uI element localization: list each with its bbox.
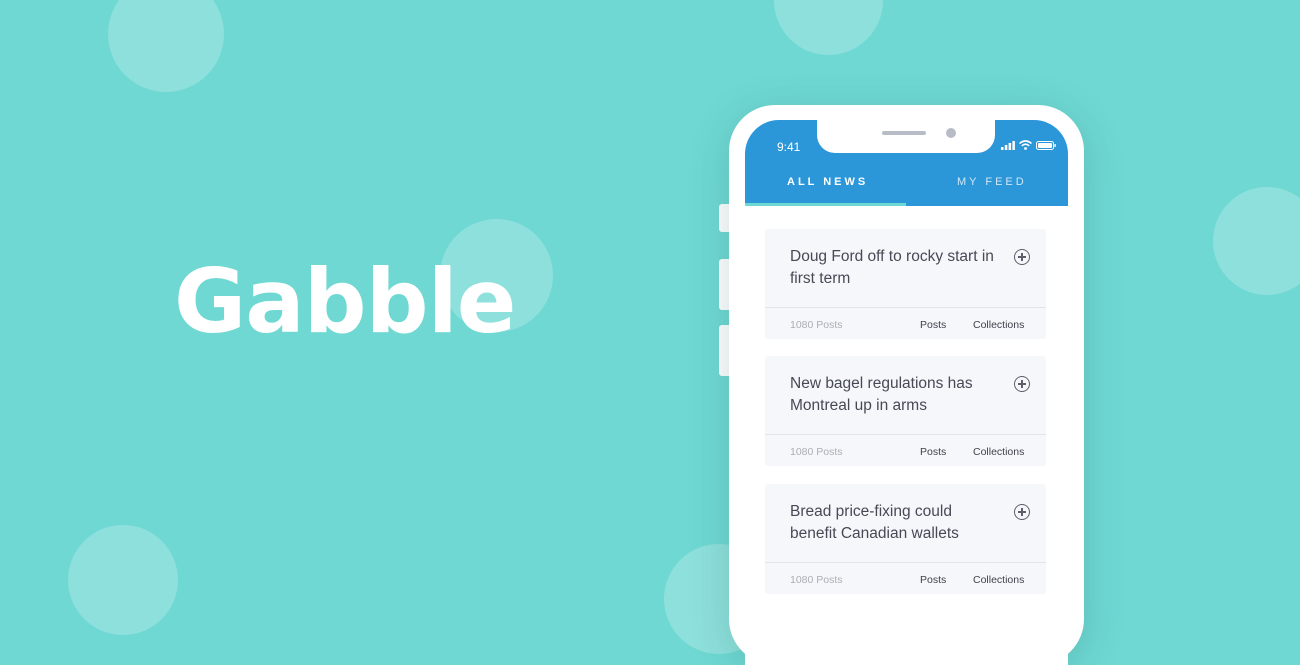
- active-tab-indicator: [745, 203, 906, 206]
- decor-bubble: [68, 525, 178, 635]
- news-card-title: Bread price-fixing could benefit Canadia…: [790, 503, 959, 542]
- news-card-title: New bagel regulations has Montreal up in…: [790, 375, 973, 414]
- news-card-title: Doug Ford off to rocky start in first te…: [790, 248, 994, 287]
- decor-bubble: [774, 0, 883, 55]
- wifi-icon: [1019, 140, 1032, 150]
- phone-notch: [817, 120, 995, 153]
- status-time: 9:41: [777, 140, 801, 154]
- collections-link[interactable]: Collections: [973, 574, 1024, 586]
- card-divider: [765, 434, 1046, 435]
- posts-link[interactable]: Posts: [920, 574, 946, 586]
- brand-logo-text: Gabble: [174, 250, 516, 353]
- post-count: 1080 Posts: [790, 319, 843, 331]
- decor-bubble: [108, 0, 224, 92]
- card-divider: [765, 562, 1046, 563]
- battery-icon: [1036, 140, 1056, 150]
- post-count: 1080 Posts: [790, 574, 843, 586]
- card-divider: [765, 307, 1046, 308]
- news-card[interactable]: Doug Ford off to rocky start in first te…: [765, 229, 1046, 339]
- posts-link[interactable]: Posts: [920, 319, 946, 331]
- signal-icon: [1001, 140, 1015, 150]
- add-circle-icon[interactable]: [1014, 504, 1030, 520]
- news-card[interactable]: New bagel regulations has Montreal up in…: [765, 356, 1046, 466]
- phone-mockup: 9:41 ALL NEWS MY FEED Doug Ford off to r…: [729, 105, 1084, 665]
- decor-bubble: [1213, 187, 1300, 295]
- tab-my-feed[interactable]: MY FEED: [957, 176, 1027, 188]
- app-header: 9:41 ALL NEWS MY FEED: [745, 120, 1068, 206]
- phone-screen: 9:41 ALL NEWS MY FEED Doug Ford off to r…: [745, 120, 1068, 665]
- add-circle-icon[interactable]: [1014, 249, 1030, 265]
- front-camera: [946, 128, 956, 138]
- add-circle-icon[interactable]: [1014, 376, 1030, 392]
- posts-link[interactable]: Posts: [920, 446, 946, 458]
- tab-all-news[interactable]: ALL NEWS: [787, 176, 868, 188]
- status-icons: [1001, 140, 1056, 150]
- post-count: 1080 Posts: [790, 446, 843, 458]
- news-card[interactable]: Bread price-fixing could benefit Canadia…: [765, 484, 1046, 594]
- speaker-grille: [882, 131, 926, 135]
- collections-link[interactable]: Collections: [973, 319, 1024, 331]
- collections-link[interactable]: Collections: [973, 446, 1024, 458]
